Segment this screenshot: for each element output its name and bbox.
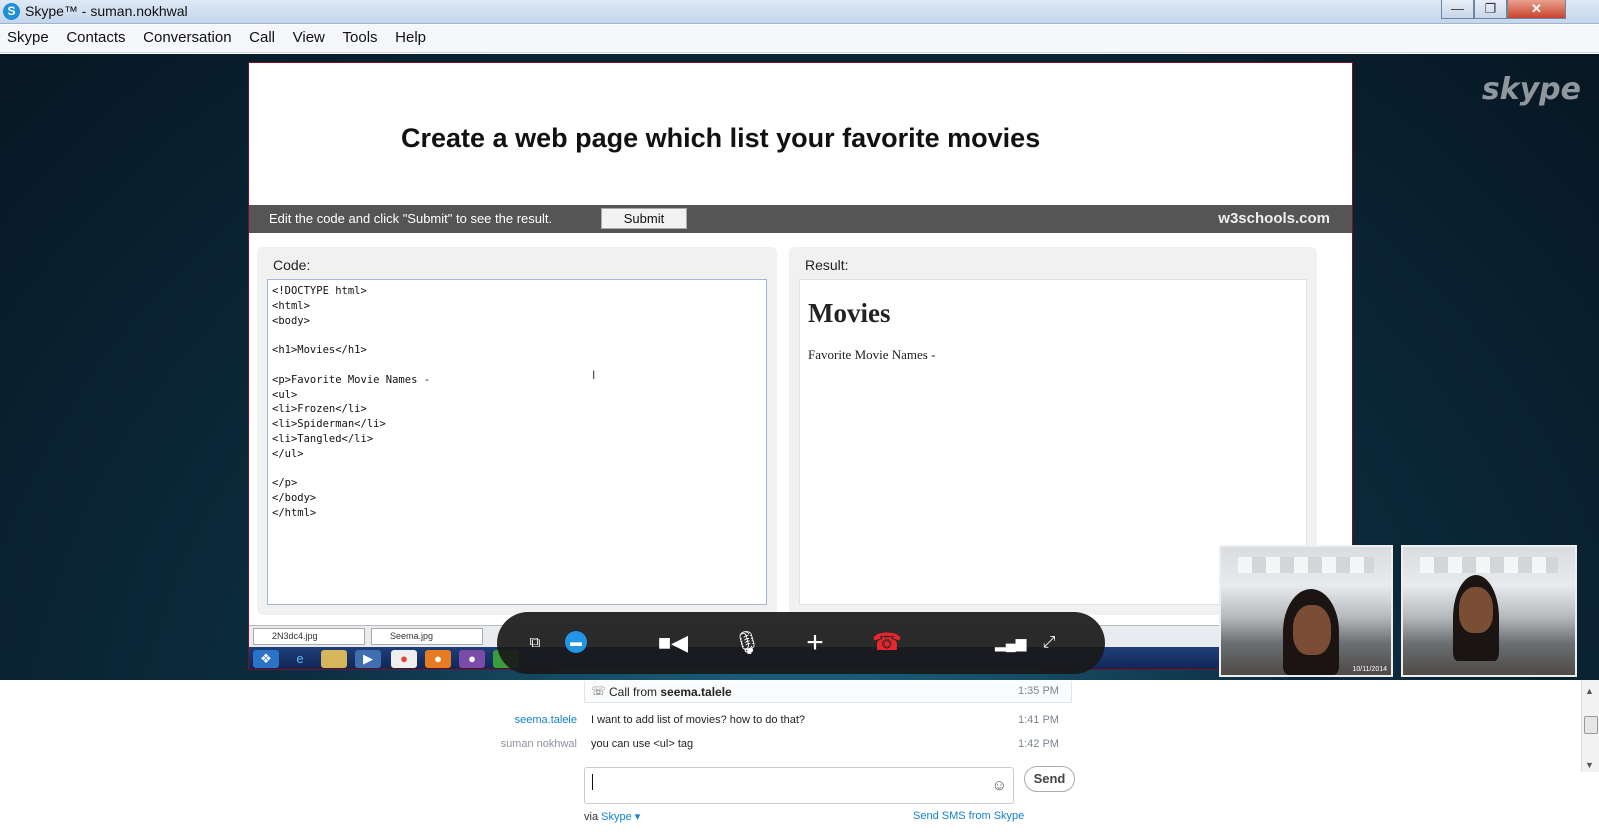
ceiling-lights	[1238, 557, 1374, 573]
code-line: <li>Spiderman</li>	[272, 418, 386, 431]
code-panel: Code: <!DOCTYPE html> <html> <body> <h1>…	[257, 247, 777, 615]
chevron-down-icon[interactable]: ▾	[632, 811, 641, 823]
menu-call[interactable]: Call	[242, 25, 282, 46]
menu-bar: Skype Contacts Conversation Call View To…	[0, 25, 1599, 53]
assignment-title: Create a web page which list your favori…	[401, 123, 1041, 153]
message-sender[interactable]: suman nokhwal	[457, 738, 577, 750]
assignment-header: Create a web page which list your favori…	[249, 63, 1352, 205]
file-tab: 2N3dc4.jpg	[253, 628, 365, 645]
code-line: <p>Favorite Movie Names -	[272, 373, 431, 386]
skype-logo-icon: S	[3, 3, 20, 20]
emoticon-icon[interactable]: ☺	[992, 777, 1007, 794]
code-line: </html>	[272, 506, 317, 519]
message-time: 1:42 PM	[1018, 738, 1059, 750]
folder-icon	[321, 650, 347, 668]
code-line: <body>	[272, 314, 310, 327]
remote-video: 10/11/2014	[1219, 545, 1393, 677]
text-caret	[592, 774, 593, 790]
file-tab: Seema.jpg	[371, 628, 483, 645]
call-quality-icon[interactable]: ▂▄▆	[995, 629, 1026, 657]
call-notice-text: Call from seema.talele	[609, 685, 732, 699]
code-line: <h1>Movies</h1>	[272, 344, 367, 357]
menu-conversation[interactable]: Conversation	[136, 25, 238, 46]
ceiling-lights	[1420, 557, 1558, 573]
code-editor[interactable]: <!DOCTYPE html> <html> <body> <h1>Movies…	[267, 279, 767, 605]
menu-skype[interactable]: Skype	[0, 25, 56, 46]
fullscreen-icon[interactable]: ⤢	[1035, 629, 1063, 657]
app-icon: ●	[459, 650, 485, 668]
self-video	[1401, 545, 1577, 677]
scroll-thumb[interactable]	[1584, 716, 1598, 734]
code-line: </ul>	[272, 447, 304, 460]
start-orb-icon: ❖	[253, 650, 279, 668]
caller-name: seema.talele	[660, 685, 732, 699]
menu-help[interactable]: Help	[388, 25, 433, 46]
code-line: <li>Tangled</li>	[272, 432, 374, 445]
code-line: <li>Frozen</li>	[272, 403, 367, 416]
submit-button[interactable]: Submit	[601, 208, 687, 229]
ie-icon: e	[296, 651, 304, 666]
window-title: Skype™ - suman.nokhwal	[25, 3, 188, 19]
code-line: </body>	[272, 492, 317, 505]
video-camera-icon[interactable]: ■◀	[655, 629, 691, 657]
media-icon: ▶	[355, 650, 381, 668]
toolbar-hint: Edit the code and click "Submit" to see …	[269, 211, 553, 226]
skype-watermark: skype	[1481, 72, 1581, 107]
result-text: Favorite Movie Names -	[808, 347, 936, 362]
call-notice: ☏ Call from seema.talele	[584, 681, 1072, 703]
chat-icon[interactable]: ▬	[565, 631, 587, 653]
via-skype-dropdown[interactable]: Skype	[601, 811, 632, 823]
result-heading: Movies	[808, 298, 891, 328]
share-screen-icon[interactable]: ⧉	[521, 629, 549, 657]
code-label: Code:	[273, 257, 311, 273]
message-sender[interactable]: seema.talele	[457, 714, 577, 726]
menu-tools[interactable]: Tools	[336, 25, 385, 46]
window-title-bar: S Skype™ - suman.nokhwal — ❐ ✕	[0, 0, 1599, 24]
chat-scrollbar[interactable]: ▲ ▼	[1581, 680, 1599, 772]
maximize-button[interactable]: ❐	[1474, 0, 1507, 19]
scroll-down-icon[interactable]: ▼	[1585, 760, 1594, 770]
w3schools-logo: w3schools.com	[1218, 210, 1330, 227]
message-text: you can use <ul> tag	[591, 738, 694, 750]
via-line: via Skype ▾	[584, 811, 641, 823]
call-controls: ⧉ ▬ ■◀ 🎙 + ☎ ▂▄▆ ⤢	[497, 612, 1105, 674]
send-sms-link[interactable]: Send SMS from Skype	[913, 810, 1024, 822]
code-line: <ul>	[272, 388, 298, 401]
minimize-button[interactable]: —	[1441, 0, 1474, 19]
microphone-icon[interactable]: 🎙	[733, 629, 761, 657]
send-button[interactable]: Send	[1024, 766, 1075, 792]
video-timestamp: 10/11/2014	[1352, 666, 1387, 673]
message-text: I want to add list of movies? how to do …	[591, 714, 806, 726]
menu-contacts[interactable]: Contacts	[59, 25, 132, 46]
phone-icon: ☏	[591, 684, 607, 698]
hang-up-icon[interactable]: ☎	[867, 629, 907, 657]
firefox-icon: ●	[425, 650, 451, 668]
result-label: Result:	[805, 257, 849, 273]
call-time: 1:35 PM	[1018, 685, 1059, 697]
message-input[interactable]: ☺	[584, 767, 1014, 804]
chat-panel: ··· ☏ Call from seema.talele 1:35 PM see…	[0, 680, 1599, 839]
chrome-icon: ●	[391, 650, 417, 668]
menu-view[interactable]: View	[286, 25, 332, 46]
shared-screen: Create a web page which list your favori…	[248, 62, 1353, 670]
code-line: <html>	[272, 299, 310, 312]
code-line: </p>	[272, 477, 298, 490]
person-face	[1293, 605, 1331, 655]
message-time: 1:41 PM	[1018, 714, 1059, 726]
close-button[interactable]: ✕	[1507, 0, 1566, 19]
code-line: <!DOCTYPE html>	[272, 285, 367, 297]
person-face	[1459, 587, 1493, 633]
editor-toolbar: Edit the code and click "Submit" to see …	[249, 205, 1352, 233]
scroll-up-icon[interactable]: ▲	[1585, 686, 1594, 696]
add-icon[interactable]: +	[801, 628, 829, 658]
text-cursor-icon: I	[592, 368, 596, 382]
